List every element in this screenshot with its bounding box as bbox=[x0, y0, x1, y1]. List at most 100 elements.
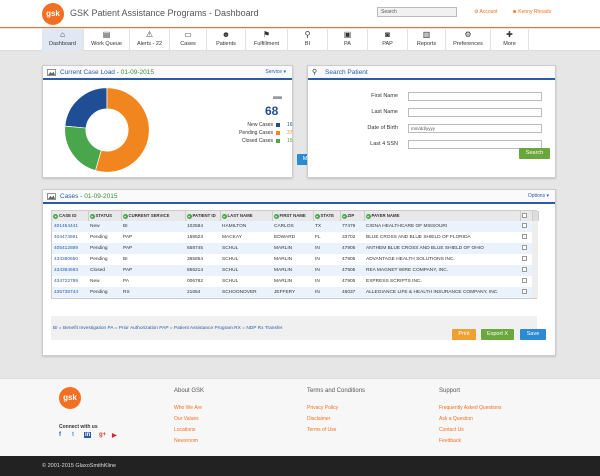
table-row[interactable]: 434722789 New PA 006782 SCHUL MARLIN IN 47905 EX… bbox=[52, 276, 538, 287]
footer-link-feedback[interactable]: Feedback bbox=[439, 438, 461, 444]
nav-icon: ✚ bbox=[506, 30, 513, 39]
first-name-row: First Name bbox=[338, 92, 548, 101]
select-all-header[interactable] bbox=[520, 211, 533, 221]
footer-link-frequently-asked-questions[interactable]: Frequently Asked Questions bbox=[439, 405, 502, 411]
cell-case-id[interactable]: 434722789 bbox=[52, 276, 88, 287]
cell-case-id[interactable]: 401454441 bbox=[52, 221, 88, 232]
scrollbar-track[interactable] bbox=[532, 254, 538, 265]
options-dropdown[interactable]: Options ▾ bbox=[528, 193, 549, 199]
nav-item-dashboard[interactable]: ⌂ Dashboard bbox=[42, 29, 84, 51]
donut-slice-closed-cases[interactable] bbox=[64, 125, 102, 172]
googleplus-icon[interactable]: g+ bbox=[99, 432, 106, 438]
table-row[interactable]: 405412889 Pending PAP 658745 SCHUL MARLIN IN 47… bbox=[52, 243, 538, 254]
youtube-icon[interactable]: ▶ bbox=[112, 432, 117, 439]
scrollbar-header[interactable] bbox=[532, 211, 539, 221]
table-row[interactable]: 436738744 Pending RX 21654 SCHOONOVER JEFFERY… bbox=[52, 287, 538, 298]
row-checkbox[interactable] bbox=[522, 245, 527, 250]
nav-icon: ⚙ bbox=[464, 30, 472, 39]
scrollbar-track[interactable] bbox=[532, 232, 538, 243]
row-checkbox[interactable] bbox=[522, 256, 527, 261]
nav-icon: ▥ bbox=[422, 30, 431, 39]
cell-state: IN bbox=[315, 257, 320, 262]
row-checkbox[interactable] bbox=[522, 223, 527, 228]
footer-link-terms-of-use[interactable]: Terms of Use bbox=[307, 427, 336, 433]
scrollbar-track[interactable] bbox=[532, 265, 538, 276]
column-header-patient-id[interactable]: + PATIENT ID bbox=[185, 211, 221, 221]
nav-item-work-queue[interactable]: ▤ Work Queue bbox=[84, 29, 130, 51]
cell-case-id[interactable]: 404473591 bbox=[52, 232, 88, 243]
twitter-icon[interactable]: t bbox=[72, 432, 74, 438]
column-header-case-id[interactable]: + CASE ID bbox=[52, 211, 89, 221]
footer-gsk-logo[interactable]: gsk bbox=[59, 387, 81, 409]
footer-link-contact-us[interactable]: Contact Us bbox=[439, 427, 464, 433]
nav-item-more[interactable]: ✚ More bbox=[491, 29, 529, 51]
account-link[interactable]: ⚙Account bbox=[474, 9, 498, 15]
facebook-icon[interactable]: f bbox=[59, 432, 61, 438]
select-all-checkbox[interactable] bbox=[521, 213, 527, 218]
sort-plus-icon: + bbox=[186, 214, 192, 219]
nav-item-pa[interactable]: ▣ PA bbox=[328, 29, 368, 51]
scrollbar-track[interactable] bbox=[532, 221, 538, 232]
column-header-payer-name[interactable]: + PAYER NAME bbox=[364, 211, 521, 221]
row-checkbox[interactable] bbox=[522, 267, 527, 272]
linkedin-icon[interactable]: in bbox=[84, 432, 92, 438]
cases-table: + CASE ID + STATUS + CURRENT SERVICE + PATIENT … bbox=[51, 210, 539, 299]
table-row[interactable]: 404473591 Pending PAP 158523 MACKAY EDWARD FL 3… bbox=[52, 232, 538, 243]
column-header-current-service[interactable]: + CURRENT SERVICE bbox=[121, 211, 186, 221]
cell-case-id[interactable]: 405412889 bbox=[52, 243, 88, 254]
cell-last-name: MACKAY bbox=[222, 235, 242, 240]
scrollbar-track[interactable] bbox=[532, 276, 538, 287]
first-name-input[interactable] bbox=[408, 92, 542, 101]
user-menu[interactable]: ☻Kenny Rhoads bbox=[512, 9, 551, 15]
dob-input[interactable]: mm/dd/yyyy bbox=[408, 124, 542, 133]
gsk-logo[interactable]: gsk bbox=[42, 3, 64, 25]
footer-link-newsroom[interactable]: Newsroom bbox=[174, 438, 198, 444]
column-header-zip[interactable]: + ZIP bbox=[340, 211, 365, 221]
cell-payer-name: CIGNA HEALTHCARE OF MISSOURI bbox=[364, 221, 520, 232]
row-checkbox[interactable] bbox=[522, 289, 527, 294]
closed-swatch bbox=[276, 139, 280, 143]
global-search-input[interactable]: Search bbox=[377, 7, 457, 17]
table-row[interactable]: 434380650 Pending BI 365854 SCHUL MARLIN IN 479… bbox=[52, 254, 538, 265]
nav-item-alerts-22[interactable]: ⚠ Alerts - 22 bbox=[130, 29, 170, 51]
scrollbar-track[interactable] bbox=[532, 287, 538, 298]
footer-link-disclaimer[interactable]: Disclaimer bbox=[307, 416, 330, 422]
nav-item-cases[interactable]: ▭ Cases bbox=[170, 29, 207, 51]
last-name-row: Last Name bbox=[338, 108, 548, 117]
footer-column-title: Support bbox=[439, 388, 461, 394]
account-icon: ⚙ bbox=[474, 9, 479, 15]
column-header-status[interactable]: + STATUS bbox=[88, 211, 122, 221]
column-header-first-name[interactable]: + FIRST NAME bbox=[272, 211, 314, 221]
service-dropdown[interactable]: Service ▾ bbox=[265, 69, 286, 75]
table-row[interactable]: 434384593 Closed PAP 856214 SCHUL MARLIN IN 479… bbox=[52, 265, 538, 276]
cell-status: Closed bbox=[88, 265, 121, 276]
footer-link-privacy-policy[interactable]: Privacy Policy bbox=[307, 405, 338, 411]
nav-item-fulfillment[interactable]: ⚑ Fulfillment bbox=[246, 29, 288, 51]
nav-item-bi[interactable]: ⚲ BI bbox=[288, 29, 328, 51]
column-header-state[interactable]: + STATE bbox=[313, 211, 341, 221]
row-checkbox[interactable] bbox=[522, 278, 527, 283]
print-button[interactable]: Print bbox=[452, 329, 476, 340]
nav-item-preferences[interactable]: ⚙ Preferences bbox=[446, 29, 491, 51]
nav-item-reports[interactable]: ▥ Reports bbox=[408, 29, 446, 51]
footer-link-locations[interactable]: Locations bbox=[174, 427, 195, 433]
search-button[interactable]: Search bbox=[519, 148, 550, 159]
table-row[interactable]: 401454441 New BI 102584 HAMILTON CARLOS TX 7747… bbox=[52, 221, 538, 232]
panel-title: Search Patient bbox=[325, 69, 368, 76]
donut-slice-new-cases[interactable] bbox=[64, 87, 108, 129]
scrollbar-track[interactable] bbox=[532, 243, 538, 254]
export-button[interactable]: Export X bbox=[481, 329, 514, 340]
cell-current-service: RX bbox=[121, 287, 185, 298]
footer-link-who-we-are[interactable]: Who We Are bbox=[174, 405, 202, 411]
row-checkbox[interactable] bbox=[522, 234, 527, 239]
nav-item-pap[interactable]: ◙ PAP bbox=[368, 29, 408, 51]
cell-case-id[interactable]: 436738744 bbox=[52, 287, 88, 298]
cell-case-id[interactable]: 434380650 bbox=[52, 254, 88, 265]
footer-link-ask-a-question[interactable]: Ask a Question bbox=[439, 416, 473, 422]
column-header-last-name[interactable]: + LAST NAME bbox=[220, 211, 273, 221]
footer-link-our-values[interactable]: Our Values bbox=[174, 416, 199, 422]
last-name-input[interactable] bbox=[408, 108, 542, 117]
save-button[interactable]: Save bbox=[520, 329, 546, 340]
nav-item-patients[interactable]: ☻ Patients bbox=[207, 29, 246, 51]
cell-case-id[interactable]: 434384593 bbox=[52, 265, 88, 276]
